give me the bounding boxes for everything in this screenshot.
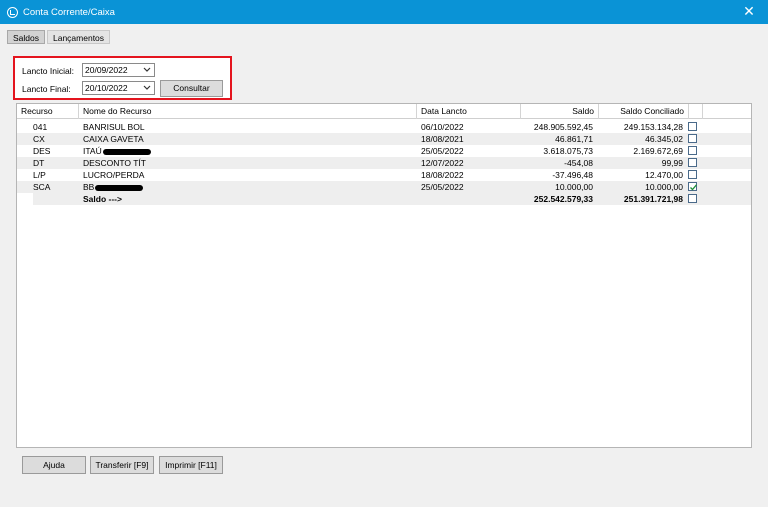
- cell-saldo: 46.861,71: [555, 134, 593, 144]
- help-button[interactable]: Ajuda: [22, 456, 86, 474]
- col-saldo[interactable]: Saldo: [521, 104, 599, 119]
- cell-saldo: 3.618.075,73: [543, 146, 593, 156]
- cell-nome: ITAÚ: [83, 145, 151, 157]
- initial-date-label: Lancto Inicial:: [22, 66, 74, 76]
- col-recurso[interactable]: Recurso: [17, 104, 79, 119]
- total-label: Saldo --->: [83, 194, 122, 204]
- chevron-down-icon: [143, 67, 151, 72]
- table-row[interactable]: DT DESCONTO TÍT 12/07/2022 -454,08 99,99: [17, 157, 751, 169]
- cell-conciliado: 10.000,00: [645, 182, 683, 192]
- cell-data: 18/08/2021: [421, 134, 464, 144]
- window-title: Conta Corrente/Caixa: [23, 6, 115, 18]
- final-date-value: 20/10/2022: [85, 83, 128, 93]
- transfer-button[interactable]: Transferir [F9]: [90, 456, 154, 474]
- redaction-mark: [95, 184, 144, 191]
- title-bar: Conta Corrente/Caixa ✕: [0, 0, 768, 24]
- col-saldo-conciliado[interactable]: Saldo Conciliado: [599, 104, 689, 119]
- reconciled-checkbox[interactable]: [688, 122, 697, 131]
- cell-nome: CAIXA GAVETA: [83, 134, 144, 144]
- cell-data: 06/10/2022: [421, 122, 464, 132]
- total-row: Saldo ---> 252.542.579,33 251.391.721,98: [33, 193, 751, 205]
- total-conciliado: 251.391.721,98: [623, 194, 683, 204]
- cell-recurso: 041: [33, 122, 48, 132]
- cell-saldo: 248.905.592,45: [533, 122, 593, 132]
- initial-date-select[interactable]: 20/09/2022: [82, 63, 155, 77]
- reconciled-checkbox[interactable]: [688, 182, 697, 191]
- col-check: [689, 104, 703, 119]
- cell-conciliado: 46.345,02: [645, 134, 683, 144]
- final-date-select[interactable]: 20/10/2022: [82, 81, 155, 95]
- consult-button[interactable]: Consultar: [160, 80, 223, 97]
- cell-data: 25/05/2022: [421, 146, 464, 156]
- cell-recurso: L/P: [33, 170, 46, 180]
- cell-nome: DESCONTO TÍT: [83, 158, 146, 168]
- reconciled-checkbox[interactable]: [688, 158, 697, 167]
- cell-conciliado: 99,99: [661, 158, 683, 168]
- cell-recurso: DT: [33, 158, 45, 168]
- table-row[interactable]: SCA BB 25/05/2022 10.000,00 10.000,00: [17, 181, 751, 193]
- col-nome-recurso[interactable]: Nome do Recurso: [79, 104, 417, 119]
- table-row[interactable]: L/P LUCRO/PERDA 18/08/2022 -37.496,48 12…: [17, 169, 751, 181]
- table-row[interactable]: CX CAIXA GAVETA 18/08/2021 46.861,71 46.…: [17, 133, 751, 145]
- cell-nome-text: BB: [83, 182, 95, 192]
- date-filter-panel: Lancto Inicial: 20/09/2022 Lancto Final:…: [13, 56, 232, 100]
- check-icon: [690, 184, 697, 191]
- balances-table: Recurso Nome do Recurso Data Lancto Sald…: [16, 103, 752, 448]
- tab-bar: Saldos Lançamentos: [7, 30, 111, 44]
- print-button[interactable]: Imprimir [F11]: [159, 456, 223, 474]
- tab-saldos[interactable]: Saldos: [7, 30, 45, 44]
- cell-conciliado: 249.153.134,28: [623, 122, 683, 132]
- app-icon: [7, 6, 18, 18]
- cell-recurso: SCA: [33, 182, 51, 192]
- close-icon[interactable]: ✕: [742, 4, 756, 18]
- table-row[interactable]: 041 BANRISUL BOL 06/10/2022 248.905.592,…: [17, 121, 751, 133]
- cell-conciliado: 2.169.672,69: [633, 146, 683, 156]
- cell-saldo: 10.000,00: [555, 182, 593, 192]
- redaction-mark: [102, 148, 151, 155]
- cell-conciliado: 12.470,00: [645, 170, 683, 180]
- cell-nome: LUCRO/PERDA: [83, 170, 145, 180]
- cell-recurso: DES: [33, 146, 51, 156]
- tab-lancamentos[interactable]: Lançamentos: [47, 30, 111, 44]
- table-row[interactable]: DES ITAÚ 25/05/2022 3.618.075,73 2.169.6…: [17, 145, 751, 157]
- cell-data: 12/07/2022: [421, 158, 464, 168]
- cell-saldo: -454,08: [564, 158, 593, 168]
- reconciled-checkbox[interactable]: [688, 146, 697, 155]
- reconciled-checkbox[interactable]: [688, 170, 697, 179]
- cell-data: 18/08/2022: [421, 170, 464, 180]
- chevron-down-icon: [143, 85, 151, 90]
- cell-saldo: -37.496,48: [552, 170, 593, 180]
- cell-nome: BB: [83, 181, 144, 193]
- cell-data: 25/05/2022: [421, 182, 464, 192]
- total-checkbox[interactable]: [688, 194, 697, 203]
- cell-nome-text: ITAÚ: [83, 146, 102, 156]
- final-date-label: Lancto Final:: [22, 84, 71, 94]
- initial-date-value: 20/09/2022: [85, 65, 128, 75]
- table-header: Recurso Nome do Recurso Data Lancto Sald…: [17, 104, 751, 119]
- cell-nome: BANRISUL BOL: [83, 122, 145, 132]
- cell-recurso: CX: [33, 134, 45, 144]
- col-data-lancto[interactable]: Data Lancto: [417, 104, 521, 119]
- app-window: Conta Corrente/Caixa ✕ Saldos Lançamento…: [0, 0, 768, 507]
- reconciled-checkbox[interactable]: [688, 134, 697, 143]
- total-saldo: 252.542.579,33: [533, 194, 593, 204]
